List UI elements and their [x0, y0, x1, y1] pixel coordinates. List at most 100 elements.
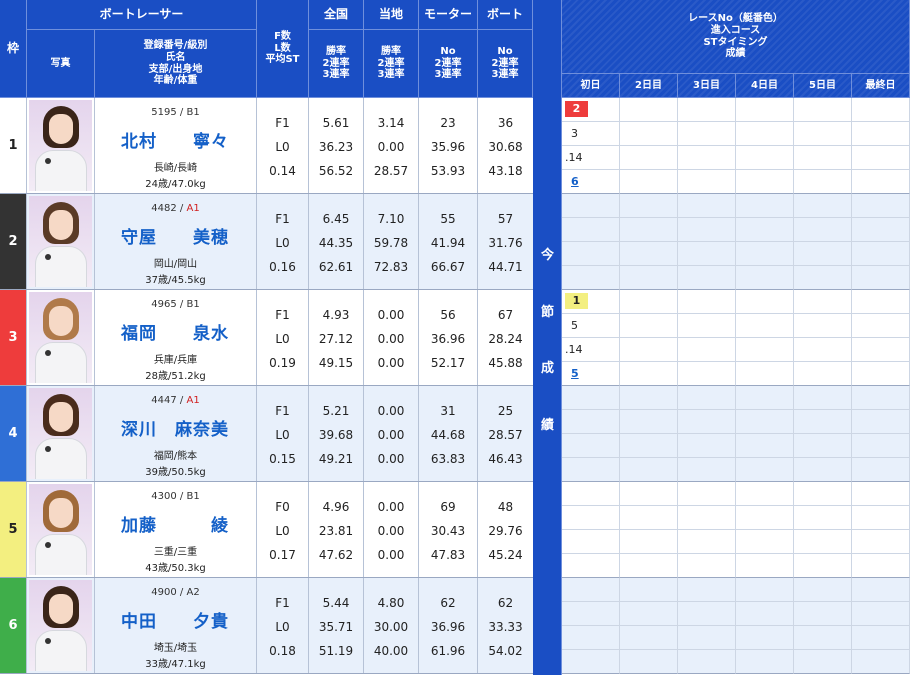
- header-boat-racer: ボートレーサー: [27, 0, 257, 30]
- session-cell: [620, 338, 678, 362]
- session-cell: [852, 338, 910, 362]
- branch-birthplace: 三重/三重: [153, 547, 198, 558]
- racer-photo[interactable]: [27, 194, 95, 289]
- session-cell: [736, 194, 794, 218]
- session-cell: [678, 554, 736, 578]
- session-cell: [736, 506, 794, 530]
- motor-rates-cell: 62 36.96 61.96: [419, 578, 478, 673]
- f-l-st-cell: F1 L0 0.18: [257, 578, 309, 673]
- session-cell: [736, 602, 794, 626]
- session-cell: [852, 194, 910, 218]
- session-cell: [736, 410, 794, 434]
- session-cell: [678, 290, 736, 314]
- session-cell: [562, 530, 620, 554]
- session-cell: [562, 578, 620, 602]
- branch-birthplace: 長崎/長崎: [153, 163, 198, 174]
- session-cell: [852, 434, 910, 458]
- session-cell: [620, 434, 678, 458]
- session-cell: [736, 266, 794, 290]
- session-cell: [620, 218, 678, 242]
- header-motor-rates: No 2連率 3連率: [419, 30, 478, 98]
- session-cell: [678, 650, 736, 674]
- racer-photo[interactable]: [27, 578, 95, 673]
- racer-info: 4900 / A2 中田 夕貴 埼玉/埼玉 33歳/47.1kg: [95, 578, 257, 673]
- session-cell: [852, 482, 910, 506]
- racer-photo[interactable]: [27, 386, 95, 481]
- session-cell: [794, 434, 852, 458]
- national-rates-cell: 4.93 27.12 49.15: [309, 290, 364, 385]
- frame-number: 2: [0, 194, 27, 289]
- race-result-link[interactable]: 6: [571, 175, 579, 188]
- header-waku: 枠: [0, 0, 27, 98]
- local-rates-cell: 3.14 0.00 28.57: [364, 98, 419, 193]
- session-cell: [620, 170, 678, 194]
- session-cell: [736, 338, 794, 362]
- session-cell: [794, 338, 852, 362]
- frame-number: 4: [0, 386, 27, 481]
- session-cell: [852, 314, 910, 338]
- national-rates-cell: 4.96 23.81 47.62: [309, 482, 364, 577]
- session-cell: [620, 578, 678, 602]
- session-cell: [852, 578, 910, 602]
- boat-rates-cell: 62 33.33 54.02: [488, 596, 523, 658]
- session-cell: [852, 362, 910, 386]
- session-cell: [794, 194, 852, 218]
- session-cell: [678, 170, 736, 194]
- session-cell: 6: [562, 170, 620, 194]
- race-result-link[interactable]: 5: [571, 367, 579, 380]
- entry-course: 3: [571, 127, 578, 140]
- session-cell: [736, 578, 794, 602]
- session-cell: [678, 98, 736, 122]
- session-cell: [794, 314, 852, 338]
- session-cell: [852, 530, 910, 554]
- session-cell: [678, 578, 736, 602]
- session-cell: [562, 458, 620, 482]
- session-cell: [678, 194, 736, 218]
- session-cell: [794, 506, 852, 530]
- session-cell: [794, 290, 852, 314]
- session-cell: [794, 266, 852, 290]
- racer-photo[interactable]: [27, 482, 95, 577]
- header-day-1: 初日: [562, 74, 620, 98]
- racer-info: 4482 / A1 守屋 美穂 岡山/岡山 37歳/45.5kg: [95, 194, 257, 289]
- racer-photo[interactable]: [27, 98, 95, 193]
- racer-row: 6 4900 / A2 中田 夕貴 埼玉/埼玉 33歳/47.1kg F1 L0 0.…: [0, 578, 533, 674]
- race-number-badge: 2: [565, 101, 588, 117]
- session-cell: [794, 554, 852, 578]
- session-cell: [678, 266, 736, 290]
- session-cell: [562, 650, 620, 674]
- session-cell: [736, 386, 794, 410]
- branch-birthplace: 埼玉/埼玉: [153, 643, 198, 654]
- session-cell: [678, 242, 736, 266]
- racer-row: 2 4482 / A1 守屋 美穂 岡山/岡山 37歳/45.5kg F1 L0 0.…: [0, 194, 533, 290]
- session-cell: [620, 266, 678, 290]
- session-cell: .14: [562, 146, 620, 170]
- session-cell: 1: [562, 290, 620, 314]
- boat-rates-cell: 36 30.68 43.18: [488, 116, 523, 178]
- session-cell: [620, 362, 678, 386]
- session-cell: [620, 194, 678, 218]
- age-weight: 33歳/47.1kg: [145, 659, 206, 670]
- racer-photo[interactable]: [27, 290, 95, 385]
- session-cell: [620, 314, 678, 338]
- session-cell: [562, 242, 620, 266]
- session-cell: [794, 362, 852, 386]
- session-cell: 5: [562, 314, 620, 338]
- session-cell: [620, 506, 678, 530]
- session-cell: [852, 626, 910, 650]
- session-cell: [852, 458, 910, 482]
- registration-class: 4900 / A2: [151, 587, 200, 598]
- session-cell: [852, 218, 910, 242]
- session-cell: .14: [562, 338, 620, 362]
- f-l-st-cell: F0 L0 0.17: [257, 482, 309, 577]
- racer-info: 5195 / B1 北村 寧々 長崎/長崎 24歳/47.0kg: [95, 98, 257, 193]
- frame-number: 6: [0, 578, 27, 673]
- session-cell: [620, 410, 678, 434]
- session-cell: [852, 410, 910, 434]
- session-cell: [794, 530, 852, 554]
- session-cell: 5: [562, 362, 620, 386]
- session-cell: [562, 626, 620, 650]
- session-cell: [794, 458, 852, 482]
- session-cell: [678, 218, 736, 242]
- session-cell: [794, 410, 852, 434]
